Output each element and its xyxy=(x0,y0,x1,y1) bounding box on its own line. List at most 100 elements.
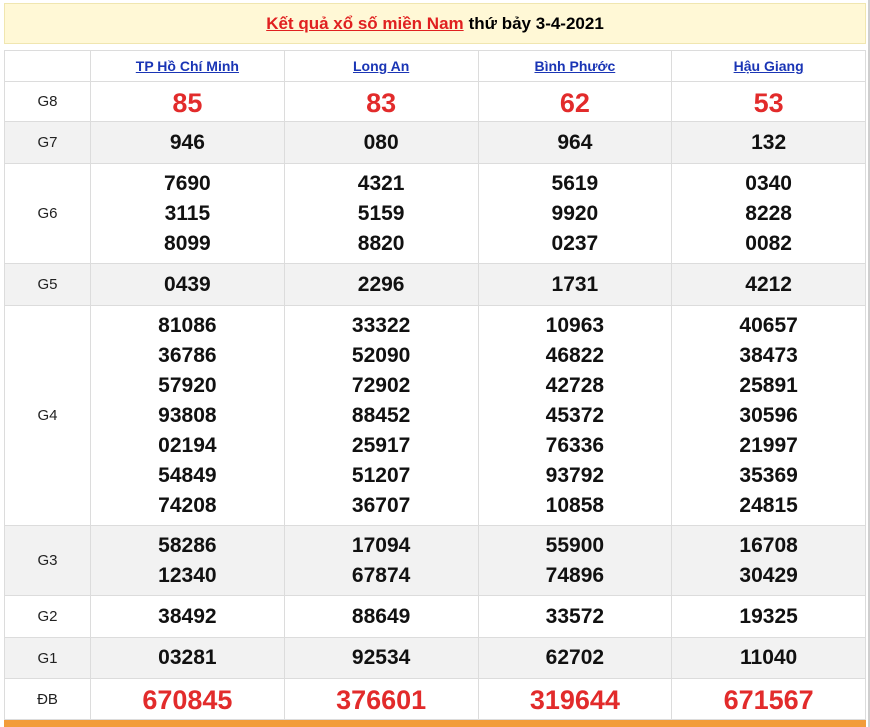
prize-number: 670845 xyxy=(142,685,233,715)
prize-cell: 81086 36786 57920 93808 02194 54849 74208 xyxy=(90,305,285,526)
prize-cell: 17094 67874 xyxy=(283,525,479,596)
prize-number: 2296 xyxy=(357,272,405,296)
corner-cell xyxy=(4,50,91,82)
prize-row: G5 0439 2296 1731 4212 xyxy=(4,263,866,306)
prize-label: G5 xyxy=(4,263,91,306)
prize-number: 671567 xyxy=(723,685,814,715)
prize-number: 45372 xyxy=(545,403,605,427)
prize-number: 53 xyxy=(753,87,784,118)
prize-number: 8228 xyxy=(745,201,792,225)
prize-number: 10858 xyxy=(545,493,605,517)
prize-row: G8 85 83 62 53 xyxy=(4,81,866,122)
prize-number: 67874 xyxy=(351,563,411,587)
prize-number: 58286 xyxy=(158,533,217,557)
prize-number: 88649 xyxy=(351,604,411,628)
prize-number: 62702 xyxy=(545,646,605,669)
prize-cell: 4212 xyxy=(671,263,866,306)
prize-number: 85 xyxy=(172,87,203,118)
prize-label: G7 xyxy=(4,121,91,164)
prize-number: 36786 xyxy=(158,343,217,367)
province-link[interactable]: Long An xyxy=(353,58,409,74)
prize-number: 4321 xyxy=(357,171,405,195)
results-title-link[interactable]: Kết quả xổ số miền Nam xyxy=(266,14,463,34)
prize-number: 17094 xyxy=(351,533,411,557)
prize-number: 93792 xyxy=(545,463,605,487)
prize-cell: 0439 xyxy=(90,263,285,306)
prize-number: 33322 xyxy=(351,313,411,337)
prize-label: G1 xyxy=(4,637,91,679)
results-page: Kết quả xổ số miền Nam thứ bảy 3-4-2021 … xyxy=(0,0,870,727)
prize-row: ĐB 670845 376601 319644 671567 xyxy=(4,678,866,720)
prize-number: 5159 xyxy=(357,201,405,225)
prize-cell: 319644 xyxy=(477,678,673,720)
prize-cell: 62702 xyxy=(477,637,673,679)
prize-label: G4 xyxy=(4,305,91,526)
prize-number: 83 xyxy=(366,87,397,118)
prize-row: G3 58286 12340 17094 67874 55900 74896 16708 304… xyxy=(4,525,866,596)
prize-number: 81086 xyxy=(158,313,217,337)
bottom-accent-bar xyxy=(4,720,866,727)
prize-cell: 1731 xyxy=(477,263,673,306)
prize-cell: 19325 xyxy=(671,595,866,638)
prize-number: 964 xyxy=(557,130,593,154)
prize-cell: 080 xyxy=(283,121,479,164)
prize-cell: 671567 xyxy=(671,678,866,720)
prize-number: 52090 xyxy=(351,343,411,367)
prize-number: 62 xyxy=(559,87,590,118)
prize-cell: 670845 xyxy=(90,678,285,720)
prize-number: 319644 xyxy=(529,685,620,715)
prize-cell: 62 xyxy=(477,81,673,122)
province-header: Hậu Giang xyxy=(671,50,866,82)
prize-number: 946 xyxy=(169,130,205,154)
prize-number: 55900 xyxy=(545,533,605,557)
province-link[interactable]: Hậu Giang xyxy=(734,58,804,74)
prize-cell: 0340 8228 0082 xyxy=(671,163,866,264)
prize-cell: 85 xyxy=(90,81,285,122)
prize-number: 12340 xyxy=(158,563,217,587)
prize-number: 0439 xyxy=(164,272,211,296)
prize-cell: 946 xyxy=(90,121,285,164)
province-header: Long An xyxy=(283,50,479,82)
prize-number: 30429 xyxy=(739,563,798,587)
prize-cell: 5619 9920 0237 xyxy=(477,163,673,264)
prize-number: 19325 xyxy=(739,604,798,628)
prize-cell: 7690 3115 8099 xyxy=(90,163,285,264)
prize-cell: 55900 74896 xyxy=(477,525,673,596)
prize-number: 9920 xyxy=(551,201,599,225)
province-header: Bình Phước xyxy=(477,50,673,82)
prize-number: 0082 xyxy=(745,231,792,255)
province-link[interactable]: Bình Phước xyxy=(534,58,615,74)
prize-number: 76336 xyxy=(545,433,605,457)
prize-number: 3115 xyxy=(164,201,211,225)
prize-number: 0237 xyxy=(551,231,599,255)
prize-number: 7690 xyxy=(164,171,211,195)
prize-row: G6 7690 3115 8099 4321 5159 8820 5619 9920 0237 03… xyxy=(4,163,866,264)
prize-number: 8820 xyxy=(357,231,405,255)
prize-number: 080 xyxy=(363,130,399,154)
prize-number: 11040 xyxy=(740,646,798,669)
prize-number: 42728 xyxy=(545,373,605,397)
prize-number: 72902 xyxy=(351,373,411,397)
prize-number: 21997 xyxy=(739,433,798,457)
prize-number: 46822 xyxy=(545,343,605,367)
prize-table-body: G8 85 83 62 53 G7 946 080 964 132 G6 7690 3115 8099 43… xyxy=(4,81,866,720)
prize-number: 40657 xyxy=(739,313,798,337)
prize-number: 132 xyxy=(751,130,787,154)
prize-number: 38473 xyxy=(739,343,798,367)
prize-cell: 53 xyxy=(671,81,866,122)
prize-cell: 92534 xyxy=(283,637,479,679)
prize-cell: 33572 xyxy=(477,595,673,638)
prize-number: 16708 xyxy=(739,533,798,557)
province-link[interactable]: TP Hồ Chí Minh xyxy=(136,58,239,74)
prize-number: 02194 xyxy=(158,433,217,457)
prize-label: ĐB xyxy=(4,678,91,720)
prize-number: 51207 xyxy=(351,463,411,487)
prize-number: 0340 xyxy=(745,171,792,195)
prize-number: 35369 xyxy=(739,463,798,487)
prize-row: G2 38492 88649 33572 19325 xyxy=(4,595,866,638)
results-table: TP Hồ Chí Minh Long An Bình Phước Hậu Gi… xyxy=(4,50,866,720)
prize-number: 1731 xyxy=(551,272,599,296)
prize-number: 25917 xyxy=(351,433,411,457)
prize-number: 4212 xyxy=(745,272,792,296)
province-header-row: TP Hồ Chí Minh Long An Bình Phước Hậu Gi… xyxy=(4,50,866,82)
